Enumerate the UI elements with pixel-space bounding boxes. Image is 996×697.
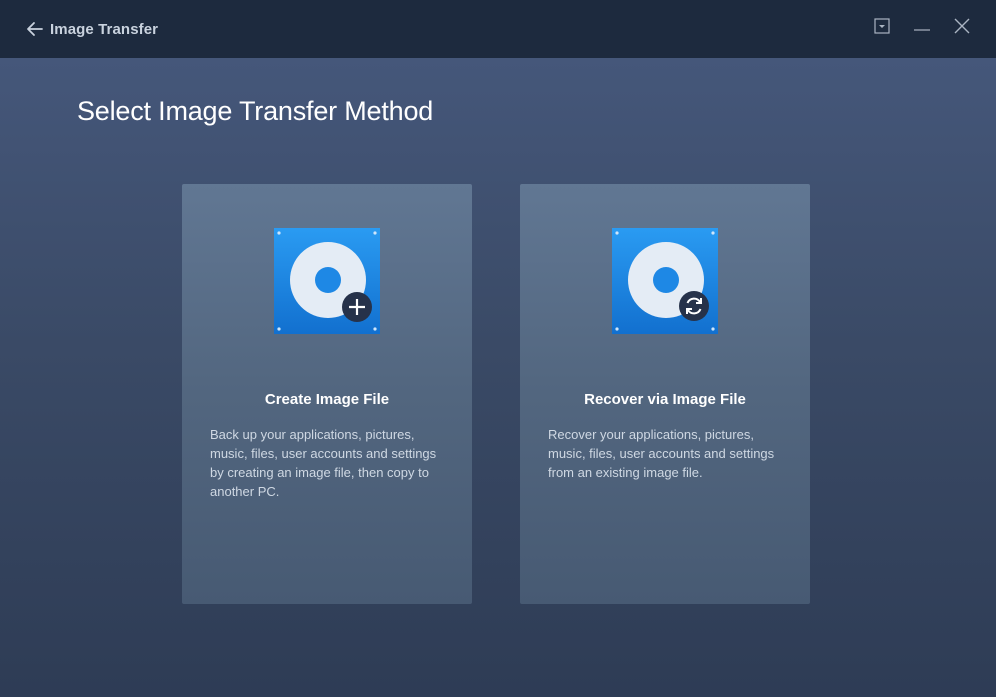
card-title: Create Image File: [264, 391, 390, 408]
main-content: Select Image Transfer Method Create Imag…: [0, 58, 996, 697]
dropdown-menu-icon: [874, 17, 890, 39]
close-button[interactable]: [951, 17, 973, 39]
card-description: Recover your applications, pictures, mus…: [548, 427, 775, 480]
page-title: Select Image Transfer Method: [77, 96, 434, 126]
arrow-left-icon: [26, 21, 43, 37]
minimize-button[interactable]: [911, 17, 933, 39]
disk-restore-icon: [612, 228, 718, 334]
close-icon: [953, 17, 971, 40]
minimize-icon: [913, 17, 931, 40]
app-title: Image Transfer: [50, 20, 159, 38]
card-description: Back up your applications, pictures, mus…: [210, 427, 437, 499]
menu-button[interactable]: [871, 17, 893, 39]
create-image-file-card[interactable]: Create Image File Back up your applicati…: [182, 184, 472, 604]
title-bar: Image Transfer: [0, 0, 996, 58]
disk-add-icon: [274, 228, 380, 334]
card-title: Recover via Image File: [584, 391, 746, 408]
back-button[interactable]: Image Transfer: [26, 17, 158, 41]
recover-via-image-file-card[interactable]: Recover via Image File Recover your appl…: [520, 184, 810, 604]
